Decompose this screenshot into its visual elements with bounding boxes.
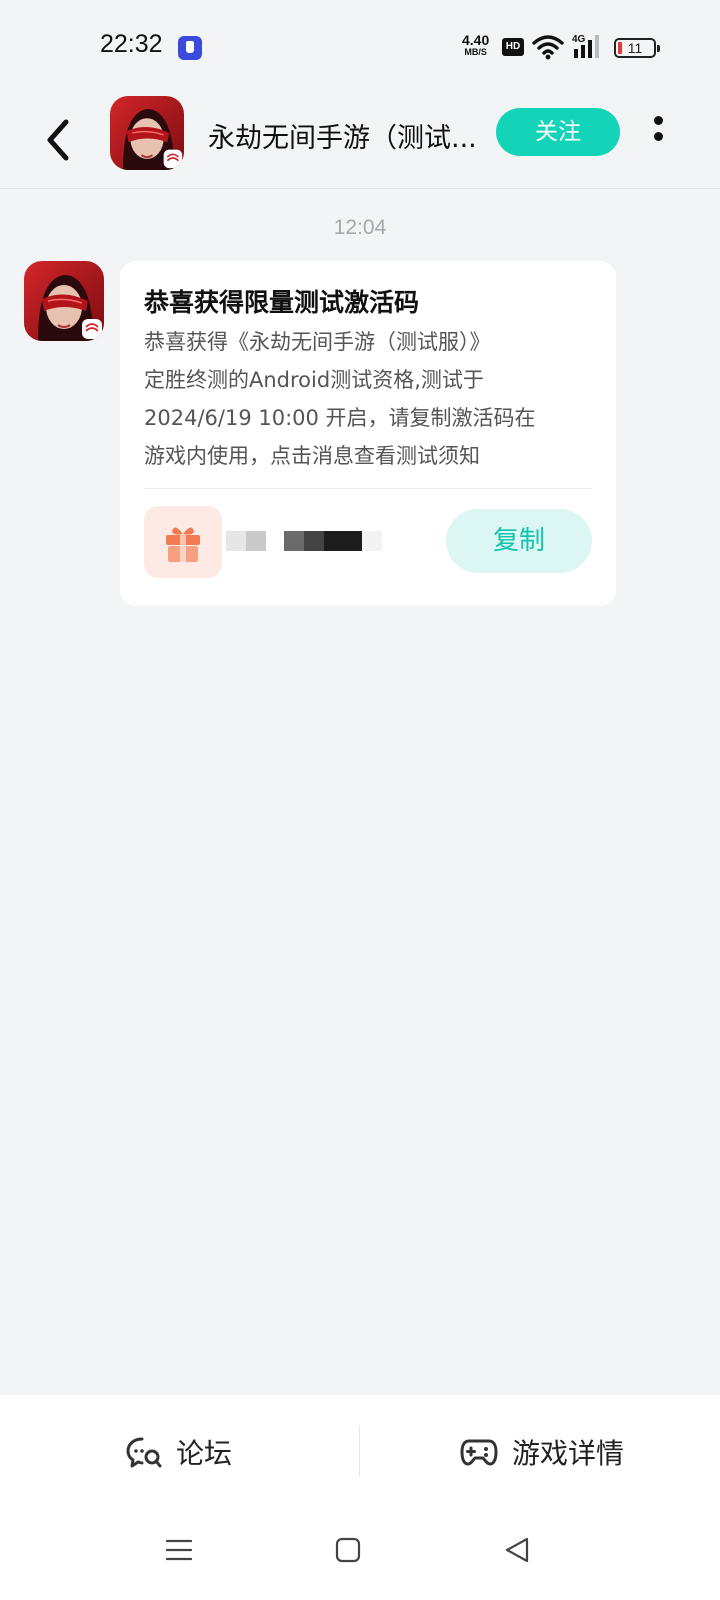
network-speed: 4.40 MB/S xyxy=(462,32,490,58)
game-details-label: 游戏详情 xyxy=(512,1437,625,1470)
forum-chat-icon xyxy=(126,1437,162,1468)
gift-icon xyxy=(144,506,222,578)
chevron-left-icon xyxy=(47,119,69,161)
copy-button[interactable]: 复制 xyxy=(446,509,592,573)
cellular-signal-icon: 4G xyxy=(572,34,599,58)
network-type-label: 4G xyxy=(572,34,586,45)
wifi-icon xyxy=(532,35,564,60)
activation-code-message[interactable]: 恭喜获得限量测试激活码 恭喜获得《永劫无间手游（测试服）》 定胜终测的Andro… xyxy=(120,261,616,606)
back-button[interactable] xyxy=(36,108,80,168)
status-time: 22:32 xyxy=(100,30,163,58)
activation-code-redacted xyxy=(226,531,382,551)
game-avatar[interactable] xyxy=(110,96,184,170)
chat-header: 永劫无间手游（测试... 关注 xyxy=(0,96,720,189)
battery-level: 11 xyxy=(627,40,643,56)
game-logo-icon xyxy=(110,96,184,170)
forum-label: 论坛 xyxy=(176,1437,233,1470)
page-title: 永劫无间手游（测试... xyxy=(208,123,477,154)
game-details-button[interactable]: 游戏详情 xyxy=(460,1425,624,1479)
back-triangle-icon[interactable] xyxy=(504,1537,530,1563)
follow-button[interactable]: 关注 xyxy=(496,108,620,156)
game-logo-icon xyxy=(24,261,104,341)
more-vertical-icon xyxy=(648,116,672,141)
more-options-button[interactable] xyxy=(648,116,672,146)
hd-icon: HD xyxy=(502,38,524,56)
message-title: 恭喜获得限量测试激活码 xyxy=(144,288,420,317)
message-body: 恭喜获得《永劫无间手游（测试服）》 定胜终测的Android测试资格,测试于 2… xyxy=(144,323,584,475)
system-navigation-bar xyxy=(0,1515,720,1600)
bottom-action-bar: 论坛 游戏详情 xyxy=(0,1395,720,1515)
status-bar: 22:32 4.40 MB/S HD 4G 11 xyxy=(0,0,720,96)
menu-icon[interactable] xyxy=(166,1537,192,1563)
network-speed-value: 4.40 xyxy=(462,32,490,48)
gamepad-icon xyxy=(460,1439,498,1466)
message-body-line: 定胜终测的Android测试资格,测试于 xyxy=(144,368,484,392)
flashlight-notification-icon xyxy=(178,36,202,60)
home-icon[interactable] xyxy=(335,1537,361,1563)
battery-icon: 11 xyxy=(614,38,660,58)
message-body-line: 2024/6/19 10:00 开启，请复制激活码在 xyxy=(144,406,536,430)
message-body-line: 恭喜获得《永劫无间手游（测试服）》 xyxy=(144,330,491,354)
divider xyxy=(144,488,592,489)
divider xyxy=(359,1425,360,1477)
message-body-line: 游戏内使用，点击消息查看测试须知 xyxy=(144,444,480,468)
message-timestamp: 12:04 xyxy=(333,216,387,239)
network-speed-unit: MB/S xyxy=(464,47,487,57)
forum-button[interactable]: 论坛 xyxy=(126,1425,232,1479)
sender-avatar[interactable] xyxy=(24,261,104,341)
